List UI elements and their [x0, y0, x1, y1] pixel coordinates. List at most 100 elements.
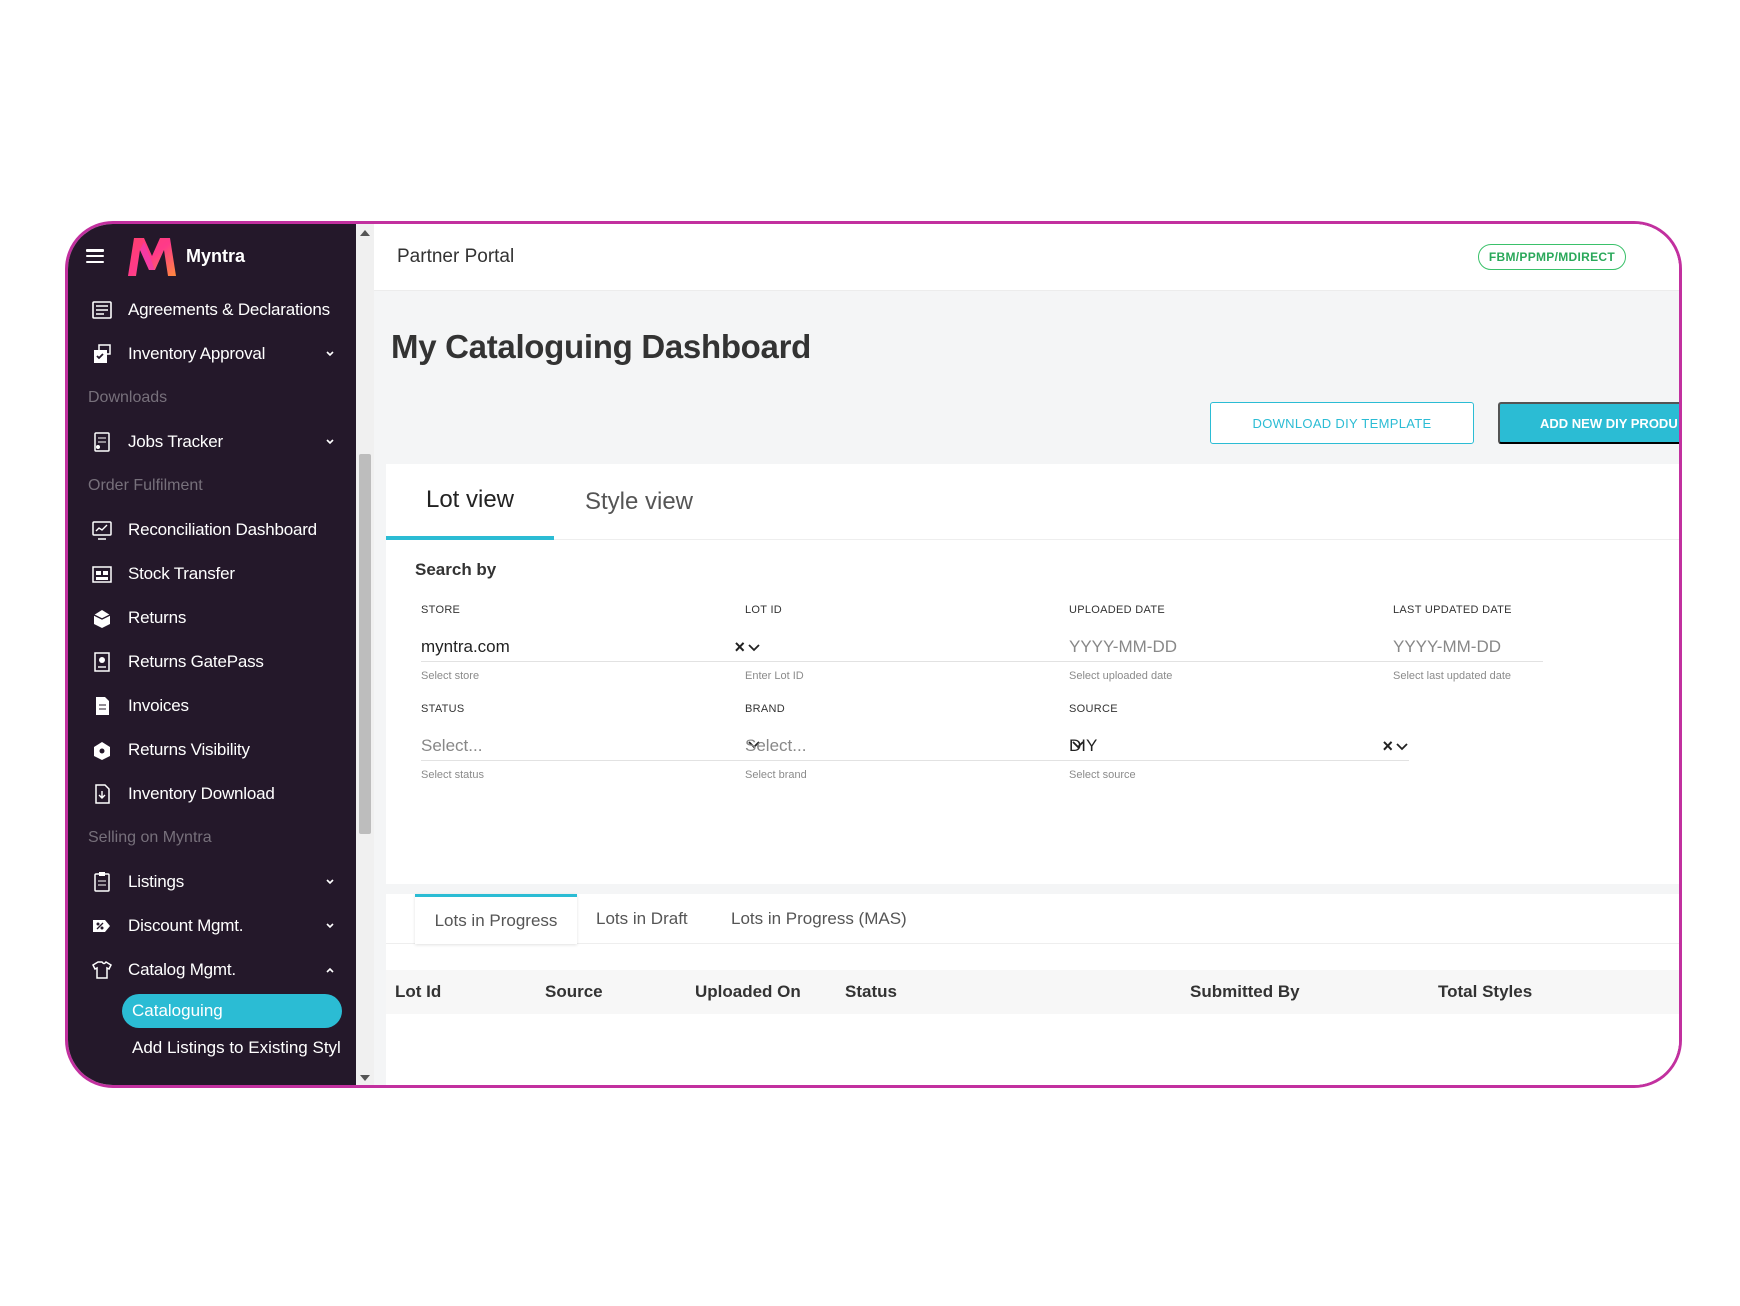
sidebar-scrollbar[interactable] — [356, 224, 374, 1085]
sidebar-item-returns-gatepass[interactable]: Returns GatePass — [68, 640, 356, 684]
status-field: STATUS Select... Select status — [421, 703, 761, 781]
scrollbar-thumb[interactable] — [359, 454, 371, 834]
chevron-down-icon[interactable] — [324, 920, 336, 932]
clipboard-icon — [94, 872, 110, 892]
scroll-up-arrow-icon[interactable] — [360, 230, 370, 236]
source-input[interactable]: DIY × — [1069, 731, 1409, 761]
column-header-status[interactable]: Status — [845, 982, 897, 1002]
chevron-down-icon[interactable] — [324, 436, 336, 448]
sidebar-item-discount-mgmt[interactable]: Discount Mgmt. — [68, 904, 356, 948]
sidebar-item-jobs-tracker[interactable]: Jobs Tracker — [68, 420, 356, 464]
tab-lot-view[interactable]: Lot view — [386, 464, 554, 540]
uploaded-date-help-text: Select uploaded date — [1069, 670, 1173, 682]
view-tabs: Lot view Style view — [386, 464, 1679, 540]
sidebar-item-listings[interactable]: Listings — [68, 860, 356, 904]
sidebar-item-label: Returns GatePass — [128, 652, 264, 671]
last-updated-date-input[interactable]: YYYY-MM-DD — [1393, 632, 1543, 662]
tracker-icon — [94, 432, 110, 452]
document-list-icon — [92, 301, 112, 319]
search-card: Lot view Style view Search by STORE myntr… — [386, 464, 1679, 884]
uploaded-date-label: UPLOADED DATE — [1069, 604, 1165, 616]
last-updated-date-help-text: Select last updated date — [1393, 670, 1512, 682]
page-title: My Cataloguing Dashboard — [391, 328, 811, 365]
sidebar-item-returns[interactable]: Returns — [68, 596, 356, 640]
app-window: Myntra Agreements & Declarations Inventor… — [65, 221, 1682, 1088]
column-header-total-styles[interactable]: Total Styles — [1438, 982, 1532, 1002]
last-updated-date-field: LAST UPDATED DATE YYYY-MM-DD Select last u… — [1393, 604, 1543, 682]
chevron-down-icon[interactable] — [1395, 739, 1409, 753]
store-input[interactable]: myntra.com × — [421, 632, 761, 662]
sidebar-item-agreements-declarations[interactable]: Agreements & Declarations — [68, 288, 356, 332]
sidebar-item-label: Jobs Tracker — [128, 432, 223, 451]
uploaded-date-input[interactable]: YYYY-MM-DD — [1069, 632, 1409, 662]
brand-input[interactable]: Select... — [745, 731, 1085, 761]
download-file-icon — [95, 784, 110, 804]
sidebar-item-reconciliation-dashboard[interactable]: Reconciliation Dashboard — [68, 508, 356, 552]
lot-id-field: LOT ID Enter Lot ID — [745, 604, 1085, 682]
sidebar-item-label: Listings — [128, 872, 185, 891]
invoice-icon — [96, 697, 109, 715]
column-header-uploaded-on[interactable]: Uploaded On — [695, 982, 801, 1002]
hamburger-menu-icon[interactable] — [86, 249, 104, 263]
column-header-lot-id[interactable]: Lot Id — [395, 982, 441, 1002]
status-label: STATUS — [421, 703, 465, 715]
brand-help-text: Select brand — [745, 769, 807, 781]
store-help-text: Select store — [421, 670, 480, 682]
discount-icon — [93, 920, 110, 932]
main-content: Partner Portal FBM/PPMP/MDIRECT My Catal… — [374, 224, 1679, 1085]
sidebar-item-returns-visibility[interactable]: Returns Visibility — [68, 728, 356, 772]
sidebar-item-label: Inventory Download — [128, 784, 275, 803]
lots-card: Lots in Progress Lots in Draft Lots in P… — [386, 894, 1679, 1085]
store-label: STORE — [421, 604, 461, 616]
tab-lots-in-progress[interactable]: Lots in Progress — [415, 894, 577, 944]
sidebar-item-label: Catalog Mgmt. — [128, 960, 236, 979]
sidebar-item-cataloguing[interactable]: Cataloguing — [122, 994, 342, 1028]
sidebar-item-label: Inventory Approval — [128, 344, 266, 363]
gatepass-icon — [94, 652, 110, 672]
lot-id-label: LOT ID — [745, 604, 783, 616]
status-placeholder: Select... — [421, 735, 483, 755]
sidebar-item-stock-transfer[interactable]: Stock Transfer — [68, 552, 356, 596]
sidebar-nav: Agreements & Declarations Inventory Appro… — [68, 288, 356, 992]
add-new-diy-product-button[interactable]: ADD NEW DIY PRODU — [1498, 402, 1679, 444]
column-header-submitted-by[interactable]: Submitted By — [1190, 982, 1300, 1002]
sidebar: Myntra Agreements & Declarations Inventor… — [68, 224, 356, 1085]
sidebar-item-label: Stock Transfer — [128, 564, 235, 583]
brand-placeholder: Select... — [745, 735, 807, 755]
sidebar-header: Myntra — [68, 224, 356, 288]
sidebar-item-inventory-approval[interactable]: Inventory Approval — [68, 332, 356, 376]
sidebar-item-inventory-download[interactable]: Inventory Download — [68, 772, 356, 816]
tab-lots-in-progress-mas[interactable]: Lots in Progress (MAS) — [731, 894, 907, 944]
clear-icon[interactable]: × — [734, 638, 745, 656]
brand-name: Myntra — [186, 245, 246, 266]
sidebar-section-label: Selling on Myntra — [88, 829, 212, 846]
chevron-down-icon[interactable] — [324, 876, 336, 888]
chevron-down-icon[interactable] — [324, 348, 336, 360]
scroll-down-arrow-icon[interactable] — [360, 1075, 370, 1081]
sidebar-item-label: Returns — [128, 608, 187, 627]
portal-title: Partner Portal — [397, 246, 515, 267]
sidebar-section-label: Downloads — [88, 389, 168, 406]
uploaded-date-placeholder: YYYY-MM-DD — [1069, 636, 1177, 656]
download-diy-template-button[interactable]: DOWNLOAD DIY TEMPLATE — [1210, 402, 1474, 444]
clear-icon[interactable]: × — [1382, 737, 1393, 755]
sidebar-item-catalog-mgmt[interactable]: Catalog Mgmt. — [68, 948, 356, 992]
tab-style-view[interactable]: Style view — [554, 464, 724, 540]
warehouse-icon — [92, 566, 112, 583]
source-field: SOURCE DIY × Select source — [1069, 703, 1409, 781]
sidebar-item-invoices[interactable]: Invoices — [68, 684, 356, 728]
fulfilment-model-badge: FBM/PPMP/MDIRECT — [1477, 244, 1626, 270]
sidebar-item-label: Invoices — [128, 696, 189, 715]
status-input[interactable]: Select... — [421, 731, 761, 761]
sidebar-item-add-listings[interactable]: Add Listings to Existing Styl — [68, 1028, 356, 1068]
column-header-source[interactable]: Source — [545, 982, 603, 1002]
lot-id-input[interactable] — [745, 632, 1085, 662]
sidebar-item-label: Returns Visibility — [128, 740, 250, 759]
sidebar-item-label: Agreements & Declarations — [128, 300, 330, 319]
table-header: Lot Id Source Uploaded On Status Submitt… — [386, 970, 1679, 1014]
chevron-up-icon[interactable] — [324, 964, 336, 976]
store-value: myntra.com — [421, 636, 510, 656]
sidebar-item-label: Reconciliation Dashboard — [128, 520, 317, 539]
brand-field: BRAND Select... Select brand — [745, 703, 1085, 781]
tab-lots-in-draft[interactable]: Lots in Draft — [596, 894, 688, 944]
